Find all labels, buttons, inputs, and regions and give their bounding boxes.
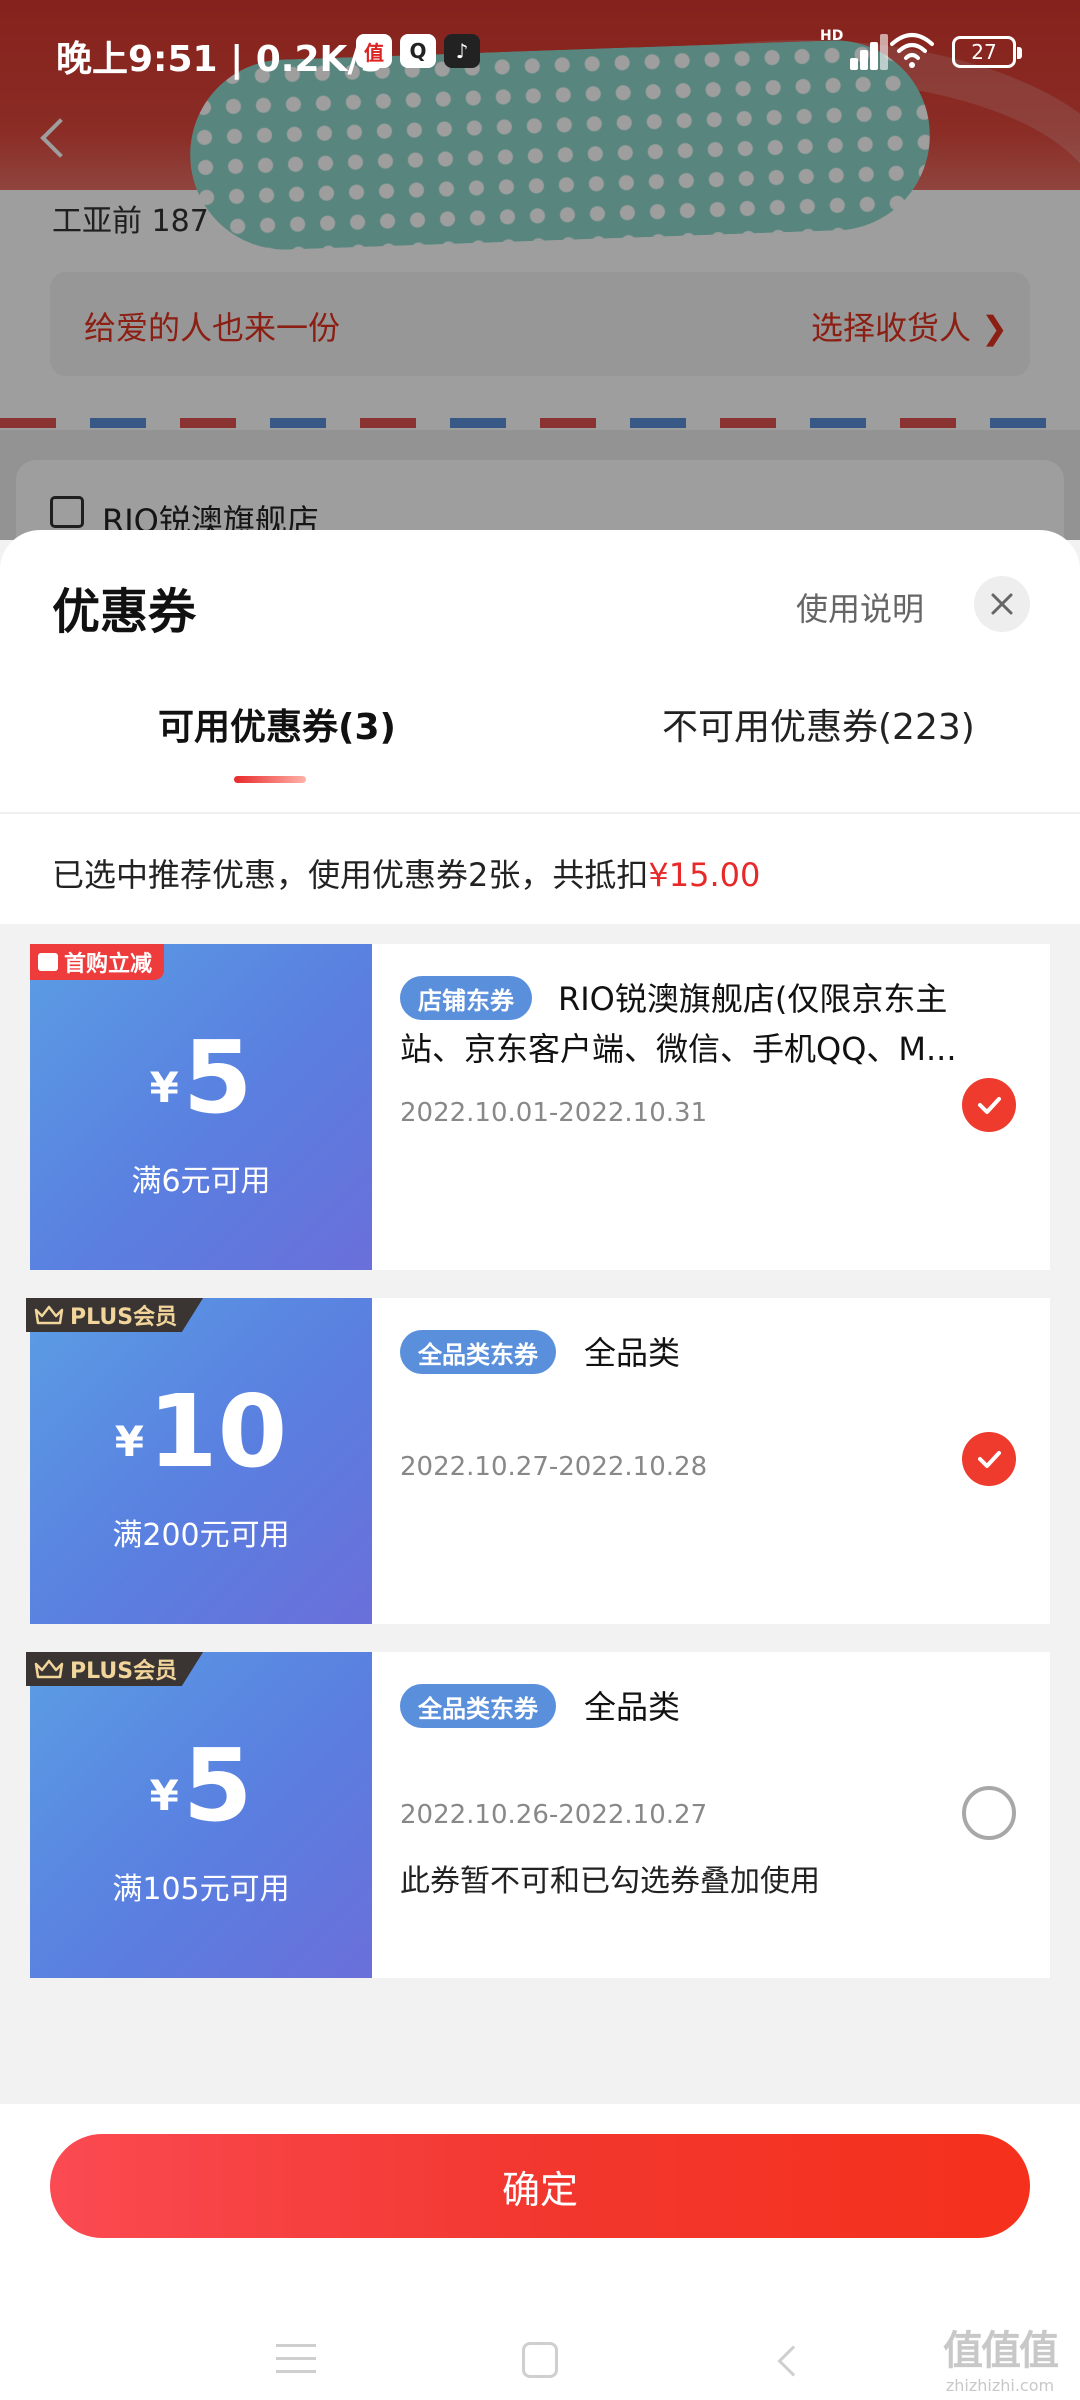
- status-time: 晚上9:51 | 0.2K/s: [56, 39, 383, 80]
- coupon-card[interactable]: PLUS会员 ¥5 满105元可用 全品类东券 全品类 2022.10.26-2…: [25, 1652, 1050, 1978]
- currency-symbol: ¥: [149, 1063, 179, 1112]
- watermark-logo: 值值值: [943, 2328, 1059, 2374]
- close-icon: [991, 593, 1013, 615]
- back-nav-icon[interactable]: [777, 2345, 809, 2377]
- coupon-name: RIO锐澳旗舰店(仅限京东主: [558, 980, 948, 1018]
- active-tab-indicator: [234, 776, 306, 783]
- currency-symbol: ¥: [149, 1771, 179, 1820]
- coupon-type-tag: 全品类东券: [400, 1684, 556, 1728]
- checkmark-icon: [978, 1451, 1001, 1468]
- coupon-validity: 2022.10.27-2022.10.28: [400, 1452, 708, 1482]
- sheet-title: 优惠券: [52, 584, 197, 640]
- currency-symbol: ¥: [114, 1417, 145, 1466]
- coupon-card[interactable]: PLUS会员 ¥10 满200元可用 全品类东券 全品类 2022.10.27-…: [25, 1298, 1050, 1624]
- coupon-value-panel: 首购立减 ¥5 满6元可用: [25, 944, 372, 1270]
- crown-icon: [34, 1659, 64, 1679]
- coupon-type-tag: 全品类东券: [400, 1330, 556, 1374]
- close-button[interactable]: [974, 576, 1030, 632]
- gift-icon: [38, 953, 58, 971]
- coupon-value-panel: PLUS会员 ¥10 满200元可用: [25, 1298, 372, 1624]
- coupon-value-panel: PLUS会员 ¥5 满105元可用: [25, 1652, 372, 1978]
- coupon-stacking-note: 此券暂不可和已勾选券叠加使用: [400, 1864, 820, 1899]
- home-icon[interactable]: [522, 2342, 558, 2378]
- summary-text: 已选中推荐优惠，使用优惠券2张，共抵扣: [52, 856, 649, 894]
- coupon-tabs: 可用优惠券(3) 不可用优惠券(223): [0, 698, 1080, 814]
- coupon-name-line2: 站、京东客户端、微信、手机QQ、M...: [400, 1030, 957, 1068]
- usage-instructions-link[interactable]: 使用说明: [796, 584, 924, 630]
- coupon-type-tag: 店铺东券: [400, 976, 532, 1020]
- summary-amount: ¥15.00: [648, 856, 761, 894]
- plus-member-badge: PLUS会员: [26, 1298, 204, 1332]
- coupon-condition: 满200元可用: [112, 1518, 290, 1553]
- tab-available[interactable]: 可用优惠券(3): [158, 698, 396, 750]
- zhi-app-icon: 值: [356, 34, 392, 68]
- crown-icon: [34, 1305, 64, 1325]
- selection-summary: 已选中推荐优惠，使用优惠券2张，共抵扣¥15.00: [0, 816, 1080, 924]
- signal-icon: [826, 32, 888, 70]
- badge-label: 首购立减: [64, 952, 153, 977]
- coupon-amount: 5: [182, 1019, 253, 1136]
- plus-member-badge: PLUS会员: [26, 1652, 204, 1686]
- coupon-sheet: 优惠券 使用说明 可用优惠券(3) 不可用优惠券(223) 已选中推荐优惠，使用…: [0, 530, 1080, 2400]
- badge-label: PLUS会员: [70, 1659, 178, 1684]
- status-bar: 晚上9:51 | 0.2K/s 值 Q ♪ HD 27: [0, 0, 1080, 100]
- battery-icon: 27: [952, 36, 1022, 68]
- wifi-icon: [890, 33, 934, 68]
- first-purchase-badge: 首购立减: [30, 944, 165, 980]
- watermark: 值值值 zhizhizhi.com: [930, 2318, 1070, 2395]
- coupon-amount: 5: [182, 1727, 253, 1844]
- coupon-checkbox-checked[interactable]: [962, 1432, 1016, 1486]
- coupon-condition: 满105元可用: [112, 1872, 290, 1907]
- coupon-list: 首购立减 ¥5 满6元可用 店铺东券 RIO锐澳旗舰店(仅限京东主 站、京东客户…: [0, 924, 1080, 2104]
- recent-apps-icon[interactable]: [276, 2344, 316, 2376]
- tab-unavailable[interactable]: 不可用优惠券(223): [662, 698, 975, 750]
- badge-label: PLUS会员: [70, 1305, 178, 1330]
- qq-app-icon: Q: [400, 34, 436, 68]
- tiktok-app-icon: ♪: [444, 34, 480, 68]
- coupon-amount: 10: [148, 1373, 288, 1490]
- coupon-validity: 2022.10.26-2022.10.27: [400, 1800, 708, 1830]
- notification-icons: 值 Q ♪: [356, 34, 480, 68]
- coupon-name: 全品类: [584, 1334, 681, 1372]
- coupon-validity: 2022.10.01-2022.10.31: [400, 1098, 708, 1128]
- confirm-button[interactable]: 确定: [50, 2134, 1030, 2238]
- watermark-site: zhizhizhi.com: [945, 2376, 1055, 2395]
- coupon-name: 全品类: [584, 1688, 681, 1726]
- system-nav-bar: [0, 2290, 1080, 2400]
- coupon-checkbox-unchecked[interactable]: [962, 1786, 1016, 1840]
- checkmark-icon: [978, 1097, 1001, 1114]
- coupon-condition: 满6元可用: [131, 1164, 271, 1199]
- coupon-checkbox-checked[interactable]: [962, 1078, 1016, 1132]
- coupon-card[interactable]: 首购立减 ¥5 满6元可用 店铺东券 RIO锐澳旗舰店(仅限京东主 站、京东客户…: [25, 944, 1050, 1270]
